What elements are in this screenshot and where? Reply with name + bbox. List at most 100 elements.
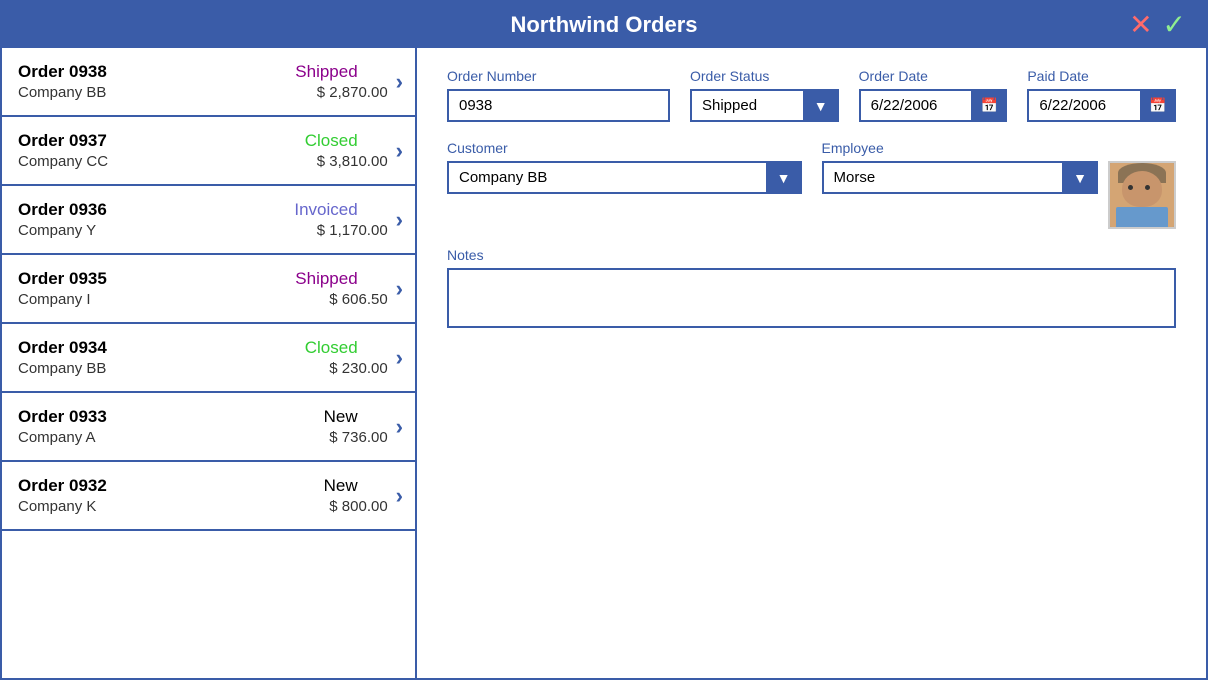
eyes bbox=[1128, 185, 1150, 190]
order-status-0936: Invoiced bbox=[258, 200, 358, 220]
order-status-0933: New bbox=[258, 407, 358, 427]
paid-date-wrapper: 📅 bbox=[1027, 89, 1176, 122]
order-item-0936[interactable]: Order 0936 Company Y Invoiced $ 1,170.00… bbox=[2, 186, 415, 255]
employee-label: Employee bbox=[822, 140, 1177, 156]
order-title-0936: Order 0936 bbox=[18, 200, 258, 220]
order-info-0937: Order 0937 Company CC bbox=[18, 131, 258, 170]
order-title-0935: Order 0935 bbox=[18, 269, 258, 289]
order-amount-0934: $ 230.00 bbox=[258, 360, 388, 377]
calendar-icon-2: 📅 bbox=[1149, 97, 1166, 114]
order-status-0935: Shipped bbox=[258, 269, 358, 289]
chevron-right-icon-0937: › bbox=[396, 138, 403, 164]
order-title-0934: Order 0934 bbox=[18, 338, 258, 358]
chevron-down-icon: ▼ bbox=[814, 98, 828, 114]
order-status-0932: New bbox=[258, 476, 358, 496]
employee-select[interactable]: MorseSmithJones bbox=[822, 161, 1099, 194]
eye-right bbox=[1145, 185, 1150, 190]
order-amount-0938: $ 2,870.00 bbox=[258, 84, 388, 101]
order-status-0937: Closed bbox=[258, 131, 358, 151]
chevron-down-icon-2: ▼ bbox=[777, 170, 791, 186]
order-company-0938: Company BB bbox=[18, 84, 258, 101]
employee-arrow[interactable]: ▼ bbox=[1062, 161, 1098, 194]
order-info-0932: Order 0932 Company K bbox=[18, 476, 258, 515]
main-content: Order 0938 Company BB Shipped $ 2,870.00… bbox=[2, 48, 1206, 678]
order-company-0933: Company A bbox=[18, 429, 258, 446]
order-title-0932: Order 0932 bbox=[18, 476, 258, 496]
order-item-0938[interactable]: Order 0938 Company BB Shipped $ 2,870.00… bbox=[2, 48, 415, 117]
order-amount-0937: $ 3,810.00 bbox=[258, 153, 388, 170]
order-amount-0933: $ 736.00 bbox=[258, 429, 388, 446]
title-bar-buttons: ✕ ✓ bbox=[1129, 11, 1186, 39]
order-status-label: Order Status bbox=[690, 68, 839, 84]
order-item-0937[interactable]: Order 0937 Company CC Closed $ 3,810.00 … bbox=[2, 117, 415, 186]
customer-label: Customer bbox=[447, 140, 802, 156]
chevron-right-icon-0936: › bbox=[396, 207, 403, 233]
customer-group: Customer Company ACompany BBCompany CCCo… bbox=[447, 140, 802, 194]
order-info-0934: Order 0934 Company BB bbox=[18, 338, 258, 377]
app-title: Northwind Orders bbox=[510, 12, 697, 38]
order-company-0932: Company K bbox=[18, 498, 258, 515]
order-item-0935[interactable]: Order 0935 Company I Shipped $ 606.50 › bbox=[2, 255, 415, 324]
order-company-0936: Company Y bbox=[18, 222, 258, 239]
order-date-group: Order Date 📅 bbox=[859, 68, 1008, 122]
order-status-group: Order Status NewInvoicedShippedClosed ▼ bbox=[690, 68, 839, 122]
order-status-amount-0937: Closed $ 3,810.00 bbox=[258, 131, 388, 170]
employee-row: MorseSmithJones ▼ bbox=[822, 161, 1177, 229]
chevron-right-icon-0933: › bbox=[396, 414, 403, 440]
notes-label: Notes bbox=[447, 247, 1176, 263]
order-status-arrow[interactable]: ▼ bbox=[803, 89, 839, 122]
employee-dropdown-wrapper: MorseSmithJones ▼ bbox=[822, 161, 1099, 194]
employee-select-wrapper: MorseSmithJones ▼ bbox=[822, 161, 1099, 194]
order-info-0936: Order 0936 Company Y bbox=[18, 200, 258, 239]
order-status-0938: Shipped bbox=[258, 62, 358, 82]
order-item-0933[interactable]: Order 0933 Company A New $ 736.00 › bbox=[2, 393, 415, 462]
chevron-down-icon-3: ▼ bbox=[1073, 170, 1087, 186]
avatar bbox=[1110, 163, 1174, 227]
customer-select-wrapper: Company ACompany BBCompany CCCompany ICo… bbox=[447, 161, 802, 194]
notes-textarea[interactable] bbox=[447, 268, 1176, 328]
order-status-amount-0935: Shipped $ 606.50 bbox=[258, 269, 388, 308]
order-title-0937: Order 0937 bbox=[18, 131, 258, 151]
order-status-0934: Closed bbox=[258, 338, 358, 358]
paid-date-group: Paid Date 📅 bbox=[1027, 68, 1176, 122]
paid-date-calendar-button[interactable]: 📅 bbox=[1140, 89, 1176, 122]
order-item-0932[interactable]: Order 0932 Company K New $ 800.00 › bbox=[2, 462, 415, 531]
chevron-right-icon-0932: › bbox=[396, 483, 403, 509]
right-panel: Order Number Order Status NewInvoicedShi… bbox=[417, 48, 1206, 678]
order-number-label: Order Number bbox=[447, 68, 670, 84]
calendar-icon: 📅 bbox=[981, 97, 998, 114]
chevron-right-icon-0938: › bbox=[396, 69, 403, 95]
order-number-group: Order Number bbox=[447, 68, 670, 122]
order-info-0933: Order 0933 Company A bbox=[18, 407, 258, 446]
order-list: Order 0938 Company BB Shipped $ 2,870.00… bbox=[2, 48, 417, 678]
paid-date-label: Paid Date bbox=[1027, 68, 1176, 84]
chevron-right-icon-0934: › bbox=[396, 345, 403, 371]
order-info-0938: Order 0938 Company BB bbox=[18, 62, 258, 101]
app-window: Northwind Orders ✕ ✓ Order 0938 Company … bbox=[0, 0, 1208, 680]
order-company-0934: Company BB bbox=[18, 360, 258, 377]
order-date-label: Order Date bbox=[859, 68, 1008, 84]
notes-group: Notes bbox=[447, 247, 1176, 328]
customer-select[interactable]: Company ACompany BBCompany CCCompany ICo… bbox=[447, 161, 802, 194]
chevron-right-icon-0935: › bbox=[396, 276, 403, 302]
order-amount-0932: $ 800.00 bbox=[258, 498, 388, 515]
order-status-amount-0938: Shipped $ 2,870.00 bbox=[258, 62, 388, 101]
employee-photo bbox=[1108, 161, 1176, 229]
order-number-input[interactable] bbox=[447, 89, 670, 122]
order-status-select-wrapper: NewInvoicedShippedClosed ▼ bbox=[690, 89, 839, 122]
customer-arrow[interactable]: ▼ bbox=[766, 161, 802, 194]
confirm-button[interactable]: ✓ bbox=[1163, 11, 1186, 39]
order-item-0934[interactable]: Order 0934 Company BB Closed $ 230.00 › bbox=[2, 324, 415, 393]
order-status-amount-0932: New $ 800.00 bbox=[258, 476, 388, 515]
order-company-0937: Company CC bbox=[18, 153, 258, 170]
title-bar: Northwind Orders ✕ ✓ bbox=[2, 2, 1206, 48]
order-amount-0935: $ 606.50 bbox=[258, 291, 388, 308]
form-bottom-grid: Customer Company ACompany BBCompany CCCo… bbox=[447, 140, 1176, 229]
employee-group: Employee MorseSmithJones ▼ bbox=[822, 140, 1177, 229]
order-title-0933: Order 0933 bbox=[18, 407, 258, 427]
order-status-amount-0934: Closed $ 230.00 bbox=[258, 338, 388, 377]
order-date-wrapper: 📅 bbox=[859, 89, 1008, 122]
order-date-calendar-button[interactable]: 📅 bbox=[971, 89, 1007, 122]
order-status-amount-0936: Invoiced $ 1,170.00 bbox=[258, 200, 388, 239]
close-button[interactable]: ✕ bbox=[1129, 11, 1152, 39]
